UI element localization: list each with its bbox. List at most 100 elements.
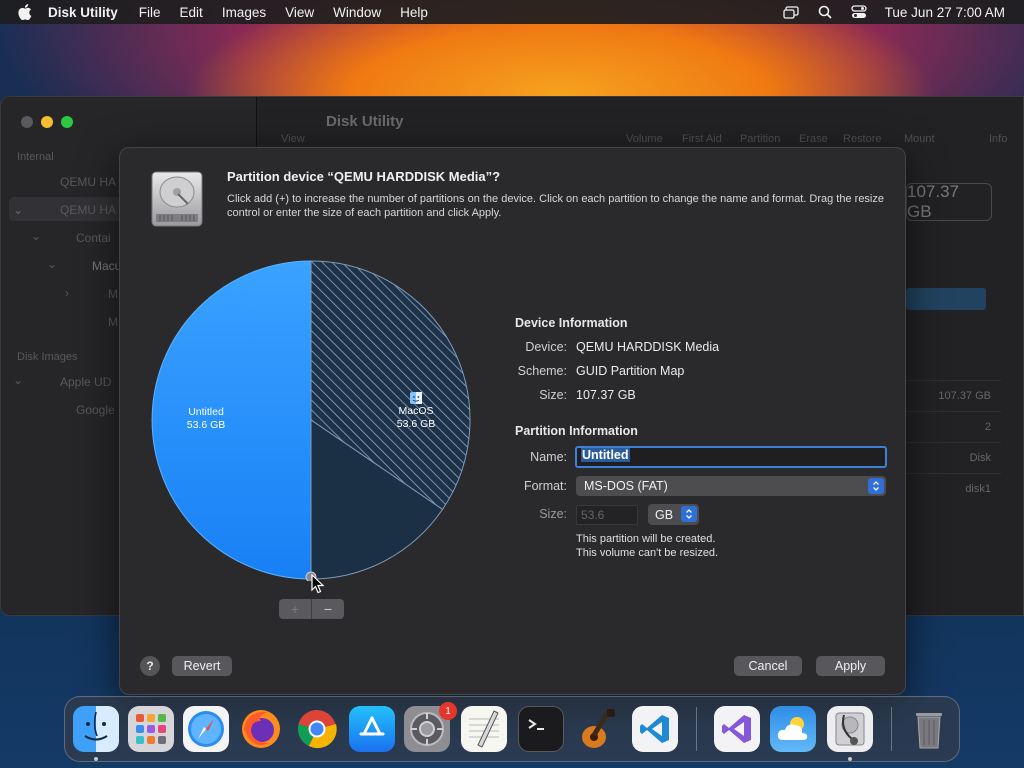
sidebar-item-container[interactable]: Contai: [76, 231, 111, 245]
partition-name-input[interactable]: Untitled: [575, 446, 887, 468]
menu-app-name[interactable]: Disk Utility: [48, 5, 118, 20]
device-size-value: 107.37 GB: [576, 388, 636, 402]
menu-window[interactable]: Window: [333, 5, 381, 20]
capacity-box: 107.37 GB: [906, 182, 992, 221]
finder-icon[interactable]: [73, 706, 119, 752]
weather-icon[interactable]: [770, 706, 816, 752]
menu-help[interactable]: Help: [400, 5, 428, 20]
running-indicator: [94, 757, 98, 761]
toolbar-info[interactable]: Info: [989, 133, 1007, 145]
sidebar-item-disk[interactable]: QEMU HA: [60, 175, 116, 189]
revert-button[interactable]: Revert: [172, 656, 232, 676]
chevron-down-icon[interactable]: ⌄: [47, 257, 57, 271]
chrome-icon[interactable]: [294, 706, 340, 752]
pie-label-untitled-size: 53.6 GB: [186, 419, 226, 431]
scheme-label: Scheme:: [517, 364, 567, 378]
device-label: Device:: [525, 340, 567, 354]
visual-studio-icon[interactable]: [714, 706, 760, 752]
sidebar-section-internal: Internal: [17, 151, 54, 163]
sidebar-item-sub1[interactable]: M: [108, 287, 118, 301]
table-row: disk1: [906, 473, 1001, 504]
apple-menu-icon[interactable]: [18, 4, 34, 20]
device-size-label: Size:: [539, 388, 567, 402]
trash-icon[interactable]: [906, 706, 952, 752]
chevron-down-icon[interactable]: ⌄: [13, 203, 23, 217]
cancel-button[interactable]: Cancel: [734, 656, 802, 676]
garageband-icon[interactable]: [575, 706, 621, 752]
vscode-icon[interactable]: [632, 706, 678, 752]
disk-utility-icon[interactable]: [827, 706, 873, 752]
dock-separator: [891, 707, 892, 751]
menu-file[interactable]: File: [139, 5, 161, 20]
textedit-icon[interactable]: [461, 706, 507, 752]
size-unit-value: GB: [655, 507, 674, 522]
toolbar-first-aid[interactable]: First Aid: [682, 133, 722, 145]
close-button[interactable]: [21, 116, 33, 128]
menu-bar: Disk Utility File Edit Images View Windo…: [0, 0, 1024, 24]
running-indicator: [848, 757, 852, 761]
toolbar-view[interactable]: View: [281, 133, 305, 145]
toolbar-erase[interactable]: Erase: [799, 133, 828, 145]
toolbar-mount[interactable]: Mount: [904, 133, 935, 145]
app-store-icon[interactable]: [349, 706, 395, 752]
menu-images[interactable]: Images: [222, 5, 266, 20]
window-title: Disk Utility: [326, 113, 404, 130]
sidebar-item-image[interactable]: Apple UD: [60, 375, 111, 389]
chevron-down-icon[interactable]: ⌄: [13, 373, 23, 387]
partition-sheet: Partition device “QEMU HARDDISK Media”? …: [119, 147, 906, 695]
chevron-right-icon[interactable]: ›: [65, 286, 69, 300]
launchpad-icon[interactable]: [128, 706, 174, 752]
firefox-icon[interactable]: [238, 706, 284, 752]
dock-separator: [696, 707, 697, 751]
mouse-cursor-icon: [311, 574, 325, 594]
zoom-button[interactable]: [61, 116, 73, 128]
format-label: Format:: [523, 479, 567, 493]
notification-badge: 1: [439, 702, 457, 720]
finder-icon: [382, 392, 450, 404]
sidebar-item-disk-selected[interactable]: QEMU HA: [60, 203, 116, 217]
partition-size-label: Size:: [539, 507, 567, 521]
terminal-icon[interactable]: [518, 706, 564, 752]
hard-disk-icon: [148, 170, 206, 228]
name-label: Name:: [530, 450, 567, 464]
minimize-button[interactable]: [41, 116, 53, 128]
menu-view[interactable]: View: [285, 5, 314, 20]
menu-edit[interactable]: Edit: [180, 5, 203, 20]
partition-size-input[interactable]: 53.6: [576, 505, 638, 525]
toolbar-partition[interactable]: Partition: [740, 133, 780, 145]
partition-name-text: Untitled: [581, 448, 630, 462]
add-partition-button[interactable]: +: [279, 599, 312, 619]
format-select[interactable]: MS-DOS (FAT): [576, 476, 886, 496]
chevron-updown-icon: [868, 478, 884, 494]
device-value: QEMU HARDDISK Media: [576, 340, 720, 354]
chevron-updown-icon: [681, 506, 697, 522]
table-row: 107.37 GB: [906, 380, 1001, 411]
sidebar-item-sub2[interactable]: M: [108, 315, 118, 329]
window-controls: [21, 116, 73, 128]
control-center-icon[interactable]: [851, 5, 867, 19]
sidebar-item-image-volume[interactable]: Google: [76, 403, 115, 417]
size-unit-select[interactable]: GB: [648, 504, 699, 525]
toolbar-restore[interactable]: Restore: [843, 133, 882, 145]
pie-label-macos-size: 53.6 GB: [396, 418, 436, 430]
partition-info-heading: Partition Information: [515, 424, 638, 438]
screen-mirroring-icon[interactable]: [783, 5, 799, 19]
chevron-down-icon[interactable]: ⌄: [31, 229, 41, 243]
menu-clock[interactable]: Tue Jun 27 7:00 AM: [885, 5, 1005, 20]
safari-icon[interactable]: [183, 706, 229, 752]
remove-partition-button[interactable]: −: [312, 599, 344, 619]
sidebar-section-disk-images: Disk Images: [17, 351, 78, 363]
pie-label-macos: MacOS 53.6 GB: [382, 392, 450, 431]
sheet-description: Click add (+) to increase the number of …: [227, 193, 884, 219]
spotlight-search-icon[interactable]: [817, 5, 833, 19]
pie-label-untitled: Untitled 53.6 GB: [172, 406, 240, 432]
help-button[interactable]: ?: [140, 656, 160, 676]
pie-label-macos-name: MacOS: [398, 405, 434, 417]
toolbar-volume[interactable]: Volume: [626, 133, 663, 145]
device-info-heading: Device Information: [515, 316, 628, 330]
partition-note-resize: This volume can't be resized.: [576, 547, 719, 559]
partition-add-remove: + −: [279, 599, 344, 619]
apply-button[interactable]: Apply: [816, 656, 885, 676]
sidebar-item-volume[interactable]: Macu: [92, 259, 121, 273]
dock: 1: [64, 696, 960, 762]
